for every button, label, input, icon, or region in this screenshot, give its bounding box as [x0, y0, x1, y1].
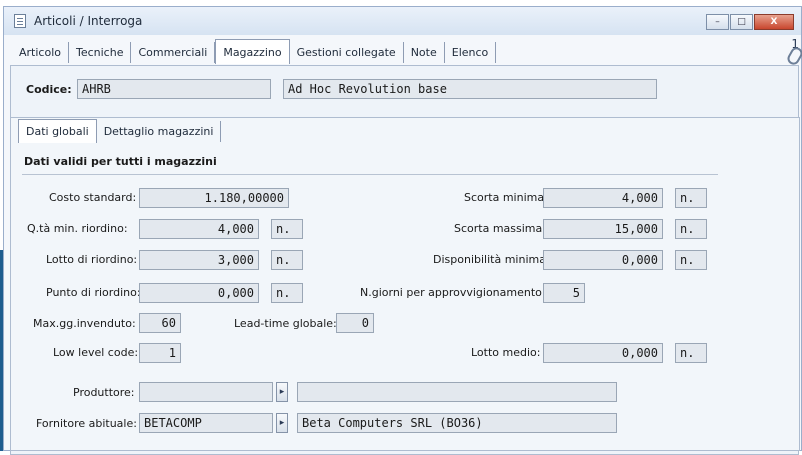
qta-min-riordino-label: Q.tà min. riordino: [27, 222, 128, 235]
max-gg-invenduto-field[interactable]: 60 [139, 313, 181, 333]
disponibilita-minima-label: Disponibilità minima: [433, 253, 550, 266]
disponibilita-minima-field[interactable]: 0,000 [543, 250, 663, 270]
punto-riordino-label: Punto di riordino: [46, 286, 141, 299]
section-divider [22, 174, 718, 175]
fornitore-zoom-button[interactable]: ▸ [276, 413, 288, 433]
disponibilita-minima-unit[interactable]: n. [675, 250, 707, 270]
costo-standard-field[interactable]: 1.180,00000 [139, 188, 289, 208]
close-button[interactable]: X [754, 14, 794, 30]
fornitore-code-field[interactable]: BETACOMP [139, 413, 273, 433]
main-tabs: Articolo Tecniche Commerciali Magazzino … [12, 39, 497, 64]
lotto-medio-field[interactable]: 0,000 [543, 343, 663, 363]
scorta-massima-label: Scorta massima: [454, 222, 546, 235]
scorta-minima-label: Scorta minima: [464, 191, 548, 204]
tab-articolo[interactable]: Articolo [12, 42, 69, 63]
description-field[interactable]: Ad Hoc Revolution base [283, 79, 657, 99]
code-field[interactable]: AHRB [77, 79, 271, 99]
low-level-code-label: Low level code: [53, 346, 139, 359]
minimize-button[interactable]: – [706, 14, 729, 30]
lotto-medio-label: Lotto medio: [471, 346, 541, 359]
produttore-description-field[interactable] [297, 382, 617, 402]
fornitore-label: Fornitore abituale: [36, 417, 137, 430]
lotto-riordino-unit[interactable]: n. [271, 250, 303, 270]
qta-min-riordino-unit[interactable]: n. [271, 219, 303, 239]
scorta-massima-field[interactable]: 15,000 [543, 219, 663, 239]
sub-tabs: Dati globali Dettaglio magazzini [18, 119, 222, 143]
scorta-minima-unit[interactable]: n. [675, 188, 707, 208]
title-bar: Articoli / Interroga – □ X [4, 7, 801, 35]
scorta-massima-unit[interactable]: n. [675, 219, 707, 239]
tab-note[interactable]: Note [404, 42, 445, 63]
maximize-button[interactable]: □ [730, 14, 753, 30]
window-title: Articoli / Interroga [34, 14, 143, 28]
low-level-code-field[interactable]: 1 [139, 343, 181, 363]
produttore-label: Produttore: [73, 386, 135, 399]
lotto-medio-unit[interactable]: n. [675, 343, 707, 363]
tab-dati-globali[interactable]: Dati globali [18, 119, 97, 143]
chevron-right-icon: ▸ [279, 418, 285, 428]
costo-standard-label: Costo standard: [49, 191, 137, 204]
code-label: Codice: [26, 83, 72, 96]
lead-time-field[interactable]: 0 [336, 313, 374, 333]
scorta-minima-field[interactable]: 4,000 [543, 188, 663, 208]
lotto-riordino-field[interactable]: 3,000 [139, 250, 259, 270]
qta-min-riordino-field[interactable]: 4,000 [139, 219, 259, 239]
lotto-riordino-label: Lotto di riordino: [46, 253, 138, 266]
fornitore-description-field[interactable]: Beta Computers SRL (BO36) [297, 413, 617, 433]
produttore-code-field[interactable] [139, 382, 273, 402]
tab-dettaglio-magazzini[interactable]: Dettaglio magazzini [97, 121, 222, 142]
paperclip-icon[interactable] [785, 45, 802, 67]
tab-magazzino[interactable]: Magazzino [215, 39, 290, 64]
lead-time-label: Lead-time globale: [234, 317, 337, 330]
max-gg-invenduto-label: Max.gg.invenduto: [33, 317, 136, 330]
document-icon [14, 14, 26, 28]
chevron-right-icon: ▸ [279, 387, 285, 397]
tab-elenco[interactable]: Elenco [445, 42, 497, 63]
punto-riordino-field[interactable]: 0,000 [139, 283, 259, 303]
tab-tecniche[interactable]: Tecniche [69, 42, 132, 63]
tab-commerciali[interactable]: Commerciali [131, 42, 216, 63]
tab-gestioni-collegate[interactable]: Gestioni collegate [290, 42, 404, 63]
giorni-approvvigionamento-label: N.giorni per approvvigionamento: [360, 286, 546, 299]
section-title: Dati validi per tutti i magazzini [24, 155, 217, 168]
produttore-zoom-button[interactable]: ▸ [276, 382, 288, 402]
punto-riordino-unit[interactable]: n. [271, 283, 303, 303]
giorni-approvvigionamento-field[interactable]: 5 [543, 283, 585, 303]
